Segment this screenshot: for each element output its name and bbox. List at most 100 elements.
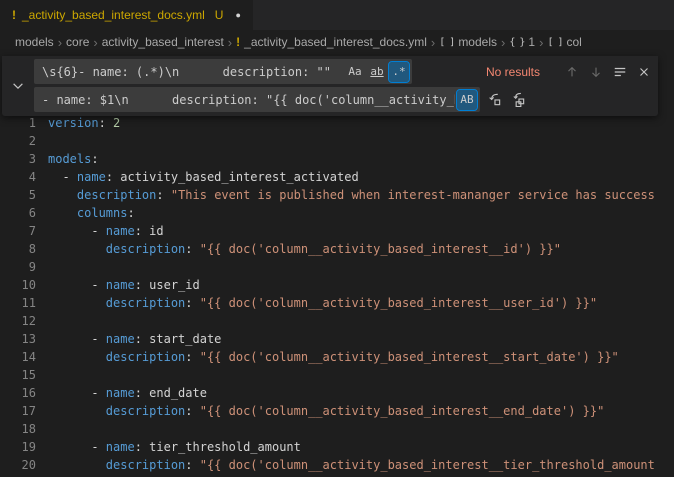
close-button[interactable] bbox=[634, 62, 654, 82]
code-line: 19 - name: tier_threshold_amount bbox=[0, 438, 674, 456]
breadcrumb-item-core[interactable]: core bbox=[66, 35, 89, 49]
line-number: 11 bbox=[0, 294, 36, 312]
code-line: 10 - name: user_id bbox=[0, 276, 674, 294]
replace-row: - name: $1\n description: "{{ doc('colum… bbox=[34, 87, 654, 112]
code-line: 6 columns: bbox=[0, 204, 674, 222]
breadcrumb-label: models bbox=[458, 35, 497, 49]
code-line: 12 bbox=[0, 312, 674, 330]
breadcrumb-label: 1 bbox=[528, 35, 535, 49]
find-input[interactable]: \s{6}- name: (.*)\n description: "" Aa a… bbox=[34, 59, 412, 84]
code-line: 4 - name: activity_based_interest_activa… bbox=[0, 168, 674, 186]
line-number: 13 bbox=[0, 330, 36, 348]
code-line: 8 description: "{{ doc('column__activity… bbox=[0, 240, 674, 258]
line-number: 20 bbox=[0, 456, 36, 474]
warning-icon: ! bbox=[12, 8, 16, 22]
editor[interactable]: 1version: 223models:4 - name: activity_b… bbox=[0, 114, 674, 477]
arrow-up-icon bbox=[565, 65, 579, 79]
regex-toggle[interactable]: .* bbox=[389, 62, 409, 82]
line-number: 4 bbox=[0, 168, 36, 186]
breadcrumb-item-symbol-columns[interactable]: [ ] col bbox=[547, 35, 581, 49]
breadcrumb-label: _activity_based_interest_docs.yml bbox=[244, 35, 427, 49]
previous-match-button[interactable] bbox=[562, 62, 582, 82]
breadcrumb-item-symbol-models[interactable]: [ ] models bbox=[439, 35, 497, 49]
line-number: 9 bbox=[0, 258, 36, 276]
breadcrumb-separator: › bbox=[431, 35, 435, 50]
line-number: 14 bbox=[0, 348, 36, 366]
line-number: 2 bbox=[0, 132, 36, 150]
line-number: 17 bbox=[0, 402, 36, 420]
code-line: 9 bbox=[0, 258, 674, 276]
code-line: 3models: bbox=[0, 150, 674, 168]
breadcrumb-label: activity_based_interest bbox=[102, 35, 224, 49]
line-number: 7 bbox=[0, 222, 36, 240]
replace-input[interactable]: - name: $1\n description: "{{ doc('colum… bbox=[34, 87, 480, 112]
breadcrumb-separator: › bbox=[93, 35, 97, 50]
modified-dot-icon[interactable]: ● bbox=[235, 10, 240, 20]
breadcrumb-separator: › bbox=[58, 35, 62, 50]
breadcrumb-item-file[interactable]: ! _activity_based_interest_docs.yml bbox=[236, 35, 427, 49]
code-line: 13 - name: start_date bbox=[0, 330, 674, 348]
code-line: 18 bbox=[0, 420, 674, 438]
warning-icon: ! bbox=[236, 35, 240, 49]
vscode-window: ! _activity_based_interest_docs.yml U ● … bbox=[0, 0, 674, 477]
breadcrumb-separator: › bbox=[539, 35, 543, 50]
code-line: 20 description: "{{ doc('column__activit… bbox=[0, 456, 674, 474]
breadcrumb-separator: › bbox=[501, 35, 505, 50]
line-number: 15 bbox=[0, 366, 36, 384]
symbol-array-icon: [ ] bbox=[547, 37, 562, 48]
arrow-down-icon bbox=[589, 65, 603, 79]
find-in-selection-button[interactable] bbox=[610, 62, 630, 82]
close-icon bbox=[637, 65, 651, 79]
replace-all-button[interactable] bbox=[508, 90, 528, 110]
symbol-object-icon: { } bbox=[509, 37, 524, 48]
toggle-replace-button[interactable] bbox=[2, 59, 34, 112]
find-row: \s{6}- name: (.*)\n description: "" Aa a… bbox=[34, 59, 654, 84]
code-line: 11 description: "{{ doc('column__activit… bbox=[0, 294, 674, 312]
breadcrumb-separator: › bbox=[228, 35, 232, 50]
breadcrumb-label: col bbox=[567, 35, 582, 49]
code-line: 5 description: "This event is published … bbox=[0, 186, 674, 204]
replace-button[interactable] bbox=[484, 90, 504, 110]
replace-icon bbox=[487, 92, 502, 107]
line-number: 6 bbox=[0, 204, 36, 222]
chevron-down-icon bbox=[11, 79, 25, 93]
code-line: 15 bbox=[0, 366, 674, 384]
breadcrumb-item-activity-based-interest[interactable]: activity_based_interest bbox=[102, 35, 224, 49]
code-line: 16 - name: end_date bbox=[0, 384, 674, 402]
tab-title: _activity_based_interest_docs.yml bbox=[22, 8, 205, 22]
line-number: 1 bbox=[0, 114, 36, 132]
breadcrumb: models › core › activity_based_interest … bbox=[0, 30, 674, 54]
line-number: 18 bbox=[0, 420, 36, 438]
replace-all-icon bbox=[511, 92, 526, 107]
breadcrumb-label: core bbox=[66, 35, 89, 49]
code-line: 14 description: "{{ doc('column__activit… bbox=[0, 348, 674, 366]
editor-tab[interactable]: ! _activity_based_interest_docs.yml U ● bbox=[0, 0, 253, 30]
line-number: 19 bbox=[0, 438, 36, 456]
line-number: 16 bbox=[0, 384, 36, 402]
selection-icon bbox=[613, 65, 627, 79]
code-line: 17 description: "{{ doc('column__activit… bbox=[0, 402, 674, 420]
line-number: 12 bbox=[0, 312, 36, 330]
replace-value: - name: $1\n description: "{{ doc('colum… bbox=[42, 93, 455, 107]
code-line: 2 bbox=[0, 132, 674, 150]
code-line: 1version: 2 bbox=[0, 114, 674, 132]
line-number: 8 bbox=[0, 240, 36, 258]
next-match-button[interactable] bbox=[586, 62, 606, 82]
git-status-badge: U bbox=[215, 8, 224, 22]
find-widget-content: \s{6}- name: (.*)\n description: "" Aa a… bbox=[34, 59, 654, 112]
breadcrumb-item-models[interactable]: models bbox=[15, 35, 54, 49]
line-number: 3 bbox=[0, 150, 36, 168]
editor-lines: 1version: 223models:4 - name: activity_b… bbox=[0, 114, 674, 474]
breadcrumb-item-symbol-1[interactable]: { } 1 bbox=[509, 35, 535, 49]
tab-bar: ! _activity_based_interest_docs.yml U ● bbox=[0, 0, 674, 30]
line-number: 10 bbox=[0, 276, 36, 294]
preserve-case-toggle[interactable]: AB bbox=[457, 90, 477, 110]
code-line: 7 - name: id bbox=[0, 222, 674, 240]
find-query: \s{6}- name: (.*)\n description: "" bbox=[42, 65, 343, 79]
find-replace-widget: \s{6}- name: (.*)\n description: "" Aa a… bbox=[2, 56, 658, 116]
line-number: 5 bbox=[0, 186, 36, 204]
whole-word-toggle[interactable]: ab bbox=[367, 62, 387, 82]
match-case-toggle[interactable]: Aa bbox=[345, 62, 365, 82]
breadcrumb-label: models bbox=[15, 35, 54, 49]
symbol-array-icon: [ ] bbox=[439, 37, 454, 48]
